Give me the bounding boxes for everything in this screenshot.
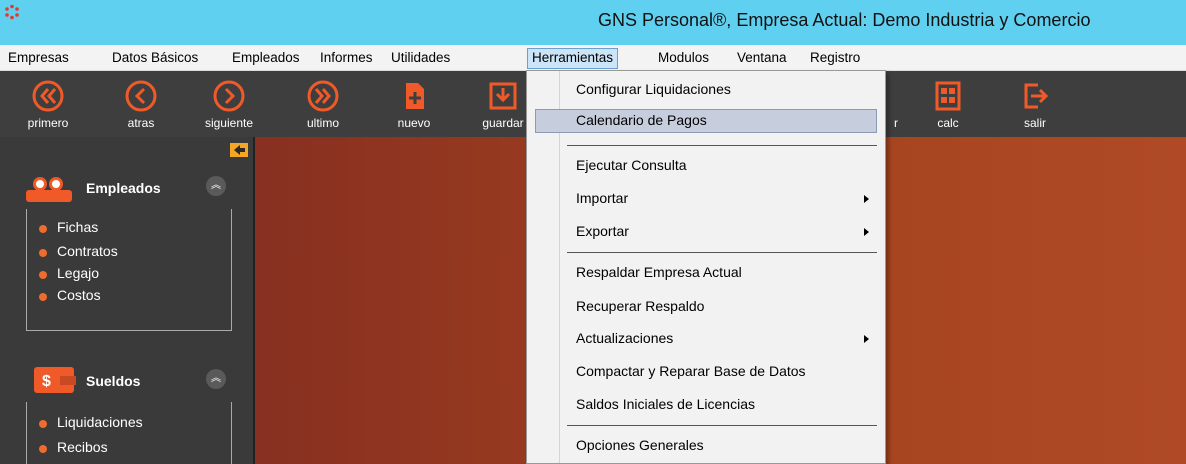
menu-item-respaldar-empresa[interactable]: Respaldar Empresa Actual	[527, 261, 885, 285]
people-icon	[26, 177, 72, 202]
menu-item-saldos-iniciales[interactable]: Saldos Iniciales de Licencias	[527, 393, 885, 417]
first-button-label: primero	[27, 116, 69, 130]
sidebar-item-contratos[interactable]: Contratos	[39, 243, 118, 259]
exit-button[interactable]: salir	[1005, 76, 1065, 132]
menu-item-ejecutar-consulta[interactable]: Ejecutar Consulta	[527, 154, 885, 178]
herramientas-dropdown-menu: Configurar Liquidaciones Calendario de P…	[526, 70, 886, 464]
sidebar-item-liquidaciones[interactable]: Liquidaciones	[39, 414, 143, 430]
double-chevron-right-icon	[307, 80, 339, 112]
group-items-sueldos: Liquidaciones Recibos	[26, 402, 232, 464]
menu-item-opciones-generales[interactable]: Opciones Generales	[527, 434, 885, 458]
menu-bar: Empresas Datos Básicos Empleados Informe…	[0, 45, 1186, 71]
submenu-arrow-icon	[864, 195, 869, 203]
collapse-group-icon[interactable]: ︽	[206, 369, 226, 389]
next-button[interactable]: siguiente	[199, 76, 259, 132]
menu-item-actualizaciones[interactable]: Actualizaciones	[527, 327, 885, 351]
new-button[interactable]: nuevo	[384, 76, 444, 132]
menu-separator	[567, 425, 877, 426]
double-chevron-left-icon	[32, 80, 64, 112]
sidebar-item-recibos[interactable]: Recibos	[39, 439, 108, 455]
bullet-icon	[39, 225, 47, 233]
calc-button[interactable]: calc	[918, 76, 978, 132]
last-button[interactable]: ultimo	[293, 76, 353, 132]
menu-item-compactar-reparar[interactable]: Compactar y Reparar Base de Datos	[527, 360, 885, 384]
submenu-arrow-icon	[864, 335, 869, 343]
save-button[interactable]: guardar	[473, 76, 533, 132]
first-button[interactable]: primero	[18, 76, 78, 132]
menu-separator	[567, 145, 877, 146]
title-bar: GNS Personal®, Empresa Actual: Demo Indu…	[0, 0, 1186, 45]
menu-ventana[interactable]: Ventana	[733, 48, 791, 69]
chevron-right-icon	[213, 80, 245, 112]
menu-separator	[567, 252, 877, 253]
bullet-icon	[39, 420, 47, 428]
menu-registro[interactable]: Registro	[806, 48, 864, 69]
exit-button-label: salir	[1023, 116, 1046, 130]
menu-informes[interactable]: Informes	[316, 48, 377, 69]
group-title-empleados: Empleados	[86, 180, 161, 196]
side-panel: Empleados ︽ Fichas Contratos Legajo Cost…	[0, 137, 255, 464]
sidebar-item-legajo[interactable]: Legajo	[39, 265, 99, 281]
sidebar-item-fichas[interactable]: Fichas	[39, 219, 98, 235]
new-document-icon	[406, 83, 424, 109]
menu-herramientas[interactable]: Herramientas	[527, 48, 619, 69]
exit-icon	[1024, 83, 1049, 109]
menu-modulos[interactable]: Modulos	[654, 48, 713, 69]
collapse-panel-icon[interactable]	[230, 143, 248, 157]
menu-item-calendario-de-pagos[interactable]: Calendario de Pagos	[535, 109, 877, 133]
bullet-icon	[39, 249, 47, 257]
bullet-icon	[39, 271, 47, 279]
menu-datos-basicos[interactable]: Datos Básicos	[108, 48, 202, 69]
group-header-empleados[interactable]: Empleados ︽	[26, 172, 241, 202]
menu-item-importar[interactable]: Importar	[527, 187, 885, 211]
menu-item-exportar[interactable]: Exportar	[527, 220, 885, 244]
group-title-sueldos: Sueldos	[86, 373, 141, 389]
menu-empleados[interactable]: Empleados	[228, 48, 304, 69]
menu-item-configurar-liquidaciones[interactable]: Configurar Liquidaciones	[527, 78, 885, 102]
wallet-icon: $	[34, 367, 76, 393]
menu-empresas[interactable]: Empresas	[4, 48, 73, 69]
group-header-sueldos[interactable]: $ Sueldos ︽	[26, 365, 241, 395]
calculator-icon	[935, 81, 961, 111]
chevron-left-icon	[125, 80, 157, 112]
svg-text:$: $	[42, 373, 51, 390]
sidebar-item-costos[interactable]: Costos	[39, 287, 101, 303]
last-button-label: ultimo	[306, 116, 339, 130]
calc-button-label: calc	[937, 116, 959, 130]
menu-item-recuperar-respaldo[interactable]: Recuperar Respaldo	[527, 295, 885, 319]
bullet-icon	[39, 293, 47, 301]
submenu-arrow-icon	[864, 228, 869, 236]
collapse-group-icon[interactable]: ︽	[206, 176, 226, 196]
previous-button[interactable]: atras	[111, 76, 171, 132]
new-button-label: nuevo	[397, 116, 431, 130]
group-items-empleados: Fichas Contratos Legajo Costos	[26, 209, 232, 331]
menu-utilidades[interactable]: Utilidades	[387, 48, 454, 69]
app-logo-icon	[5, 4, 19, 20]
save-icon	[489, 82, 517, 110]
bullet-icon	[39, 445, 47, 453]
save-button-label: guardar	[482, 116, 524, 130]
window-title: GNS Personal®, Empresa Actual: Demo Indu…	[598, 10, 1091, 30]
next-button-label: siguiente	[204, 116, 254, 130]
previous-button-label: atras	[127, 116, 155, 130]
